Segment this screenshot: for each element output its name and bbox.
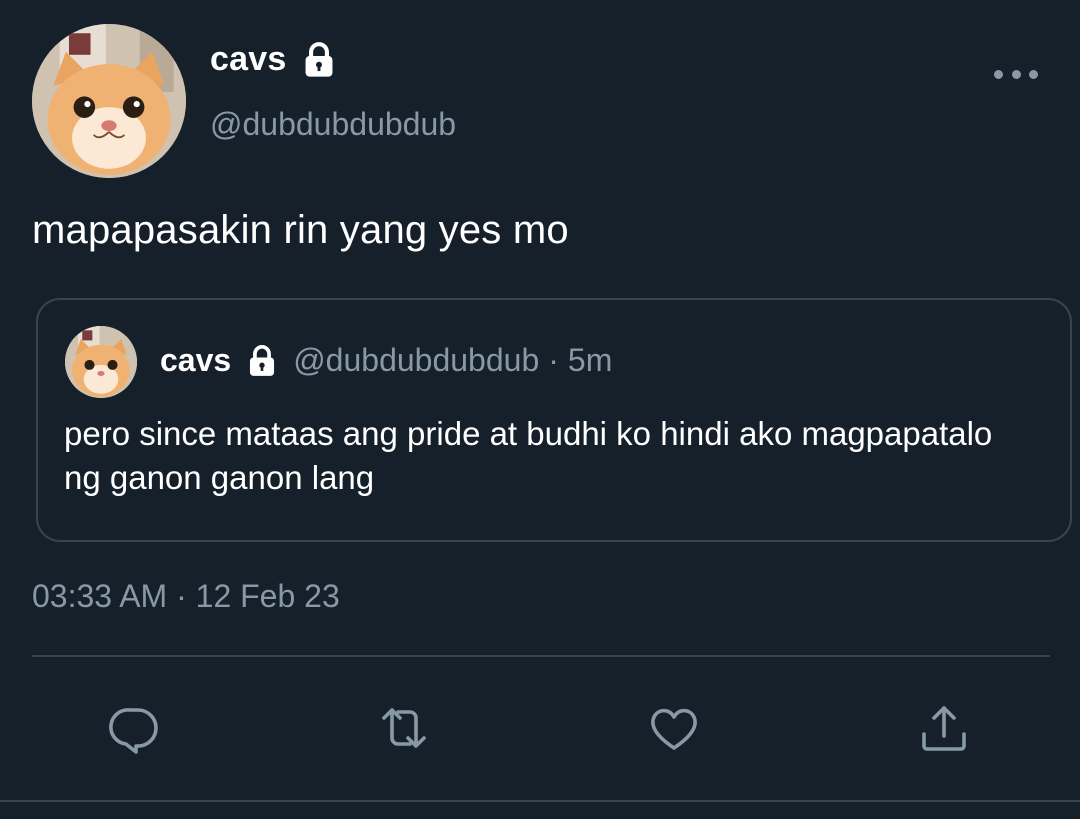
bottom-divider <box>0 800 1080 802</box>
quoted-text: pero since mataas ang pride at budhi ko … <box>64 415 993 496</box>
author-handle[interactable]: @dubdubdubdub <box>210 106 456 143</box>
quoted-avatar <box>65 326 137 398</box>
display-name[interactable]: cavs <box>210 40 286 79</box>
quoted-header: cavs @dubdubdubdub · 5m <box>160 342 612 379</box>
quoted-display-name: cavs <box>160 342 232 378</box>
separator-dot: · <box>548 342 559 378</box>
tweet-detail: cavs @dubdubdubdub mapapasakin rin yang … <box>0 0 1080 819</box>
like-button[interactable] <box>646 700 702 756</box>
share-button[interactable] <box>916 700 972 756</box>
cat-avatar-icon <box>65 326 137 398</box>
lock-icon <box>300 41 338 79</box>
share-icon <box>922 706 966 751</box>
retweet-button[interactable] <box>376 700 432 756</box>
lock-icon <box>245 344 279 378</box>
more-options-icon[interactable] <box>994 62 1038 86</box>
like-icon <box>651 708 697 750</box>
quoted-time: 5m <box>567 342 613 378</box>
quoted-tweet-card[interactable]: cavs @dubdubdubdub · 5m pero since mataa… <box>36 298 1072 542</box>
author-name-row: cavs <box>210 40 338 79</box>
reply-button[interactable] <box>106 700 162 756</box>
reply-icon <box>109 708 158 754</box>
retweet-icon <box>382 708 426 748</box>
quoted-handle: @dubdubdubdub <box>293 342 540 378</box>
divider <box>32 655 1050 657</box>
avatar[interactable] <box>32 24 186 178</box>
tweet-text: mapapasakin rin yang yes mo <box>32 208 569 252</box>
cat-avatar-icon <box>32 24 186 178</box>
tweet-timestamp[interactable]: 03:33 AM · 12 Feb 23 <box>32 578 340 615</box>
